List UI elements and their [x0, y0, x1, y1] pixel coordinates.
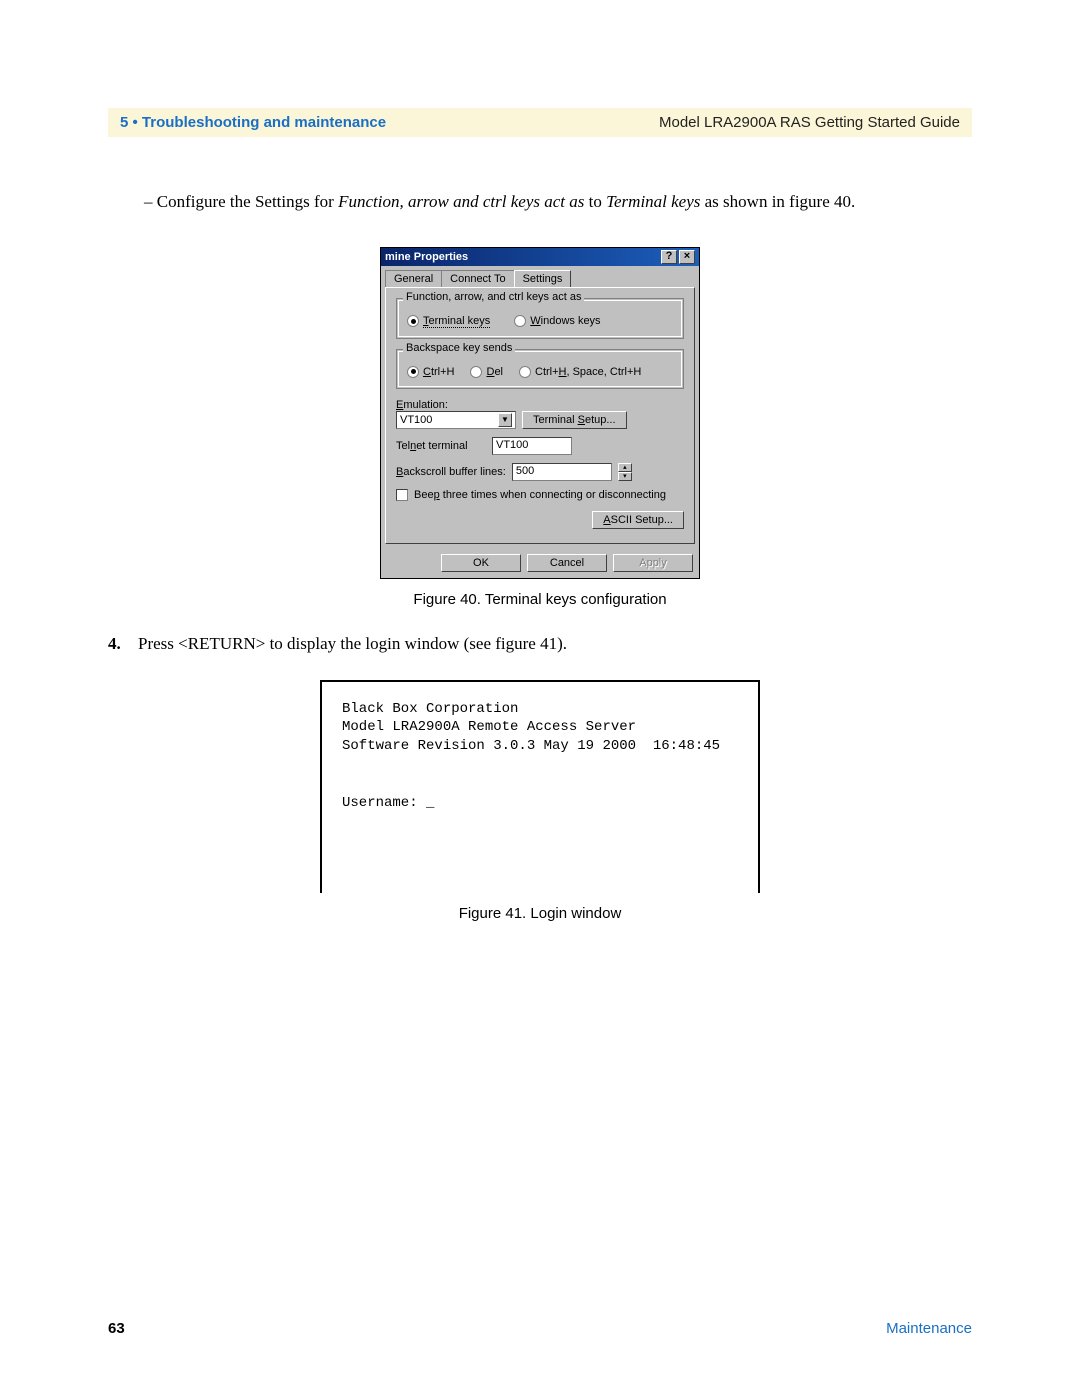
emulation-value: VT100 [400, 414, 432, 426]
step-number: 4. [108, 634, 138, 654]
group-backspace: Backspace key sends Ctrl+H Del Ctrl+H, S… [396, 349, 684, 389]
step-4: 4. Press <RETURN> to display the login w… [108, 634, 972, 654]
guide-title: Model LRA2900A RAS Getting Started Guide [659, 114, 960, 131]
intro-italic2: Terminal keys [606, 192, 700, 211]
group2-legend: Backspace key sends [403, 342, 515, 354]
tab-settings[interactable]: Settings [514, 270, 572, 287]
login-window-figure: Black Box Corporation Model LRA2900A Rem… [320, 680, 760, 893]
radio-dot-icon [470, 366, 482, 378]
page-number: 63 [108, 1320, 125, 1337]
intro-prefix: – Configure the Settings for [144, 192, 338, 211]
help-icon[interactable]: ? [661, 250, 677, 264]
page-header: 5 • Troubleshooting and maintenance Mode… [108, 108, 972, 137]
tab-general[interactable]: General [385, 270, 442, 287]
spinner[interactable]: ▴ ▾ [618, 463, 632, 481]
tab-strip: General Connect To Settings [381, 266, 699, 287]
intro-text: – Configure the Settings for Function, a… [144, 189, 972, 215]
radio-windows-keys[interactable]: Windows keys [514, 315, 600, 327]
telnet-field[interactable]: VT100 [492, 437, 572, 455]
spin-up-icon[interactable]: ▴ [618, 463, 632, 472]
group1-legend: Function, arrow, and ctrl keys act as [403, 291, 584, 303]
emulation-combo[interactable]: VT100 ▼ [396, 411, 516, 429]
chevron-down-icon[interactable]: ▼ [498, 413, 512, 427]
intro-mid: to [584, 192, 606, 211]
beep-checkbox-row[interactable]: Beep three times when connecting or disc… [396, 489, 684, 501]
properties-dialog: mine Properties ? × General Connect To S… [380, 247, 700, 579]
radio-ctrlh-space[interactable]: Ctrl+H, Space, Ctrl+H [519, 366, 641, 378]
radio-del[interactable]: Del [470, 366, 503, 378]
group-function-keys: Function, arrow, and ctrl keys act as Te… [396, 298, 684, 339]
step-text: Press <RETURN> to display the login wind… [138, 634, 567, 654]
figure-41-caption: Figure 41. Login window [108, 905, 972, 922]
radio-dot-icon [407, 366, 419, 378]
radio-dot-icon [514, 315, 526, 327]
chapter-title: 5 • Troubleshooting and maintenance [120, 114, 386, 131]
radio-terminal-keys[interactable]: Terminal keys [407, 315, 490, 328]
tab-connect-to[interactable]: Connect To [441, 270, 514, 287]
checkbox-icon[interactable] [396, 489, 408, 501]
titlebar[interactable]: mine Properties ? × [381, 248, 699, 266]
figure-40-caption: Figure 40. Terminal keys configuration [108, 591, 972, 608]
backscroll-field[interactable]: 500 [512, 463, 612, 481]
telnet-label: Telnet terminal [396, 440, 486, 452]
apply-button: Apply [613, 554, 693, 572]
term-prompt: Username: _ [342, 795, 434, 811]
close-icon[interactable]: × [679, 250, 695, 264]
dialog-title: mine Properties [385, 251, 468, 263]
radio-dot-icon [407, 315, 419, 327]
ascii-setup-button[interactable]: ASCII Setup... [592, 511, 684, 529]
term-line3: Software Revision 3.0.3 May 19 2000 16:4… [342, 738, 720, 754]
intro-suffix: as shown in figure 40. [700, 192, 855, 211]
ok-button[interactable]: OK [441, 554, 521, 572]
section-link[interactable]: Maintenance [886, 1320, 972, 1337]
spin-down-icon[interactable]: ▾ [618, 472, 632, 481]
page-footer: 63 Maintenance [108, 1320, 972, 1337]
cancel-button[interactable]: Cancel [527, 554, 607, 572]
term-line1: Black Box Corporation [342, 701, 518, 717]
terminal-setup-button[interactable]: Terminal Setup... [522, 411, 627, 429]
radio-dot-icon [519, 366, 531, 378]
dialog-footer: OK Cancel Apply [381, 548, 699, 578]
tab-panel: Function, arrow, and ctrl keys act as Te… [385, 287, 695, 544]
intro-italic1: Function, arrow and ctrl keys act as [338, 192, 584, 211]
emulation-label: Emulation: [396, 399, 684, 411]
radio-ctrlh[interactable]: Ctrl+H [407, 366, 454, 378]
term-line2: Model LRA2900A Remote Access Server [342, 719, 636, 735]
backscroll-label: Backscroll buffer lines: [396, 466, 506, 478]
